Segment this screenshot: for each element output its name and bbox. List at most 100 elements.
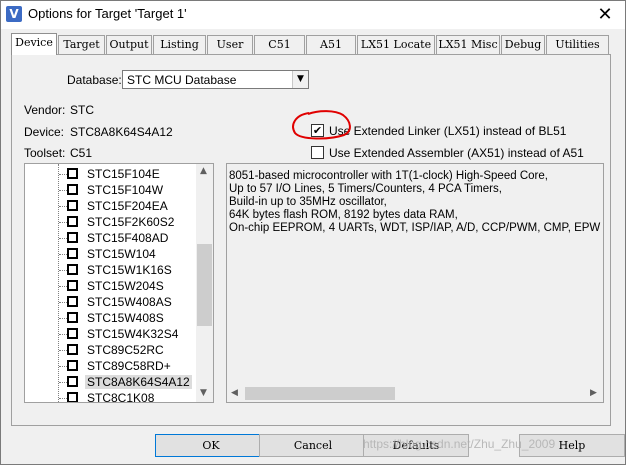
description-line: 8051-based microcontroller with 1T(1-clo… — [229, 170, 548, 182]
help-button[interactable]: Help — [519, 434, 625, 457]
chip-icon — [67, 264, 78, 275]
tab-lx51-misc[interactable]: LX51 Misc — [436, 35, 500, 54]
chip-icon — [67, 280, 78, 291]
description-line: On-chip EEPROM, 4 UARTs, WDT, ISP/IAP, A… — [229, 222, 601, 234]
tree-item-label: STC15F104W — [87, 183, 164, 197]
scroll-left-icon[interactable]: ◀ — [231, 388, 238, 398]
scroll-down-icon[interactable]: ▼ — [200, 388, 207, 398]
device-tree[interactable]: STC15F104E STC15F104W STC15F204EA STC15F… — [24, 163, 214, 403]
tab-utilities[interactable]: Utilities — [546, 35, 609, 54]
tab-lx51-locate[interactable]: LX51 Locate — [357, 35, 435, 54]
chip-icon — [67, 248, 78, 259]
tree-item-label: STC15F408AD — [87, 231, 169, 245]
tree-item-label: STC15F204EA — [87, 199, 168, 213]
tree-connector — [59, 270, 67, 271]
tree-item-label: STC15W408S — [87, 311, 164, 325]
tree-item[interactable]: STC15W204S — [25, 278, 197, 294]
tab-debug[interactable]: Debug — [501, 35, 545, 54]
tree-item[interactable]: STC15W408AS — [25, 294, 197, 310]
description-line: 64K bytes flash ROM, 8192 bytes data RAM… — [229, 209, 458, 221]
tree-item-label: STC15F104E — [87, 167, 160, 181]
tree-item-label: STC15F2K60S2 — [87, 215, 175, 229]
tab-device[interactable]: Device — [11, 33, 57, 55]
tree-item[interactable]: STC15W104 — [25, 246, 197, 262]
annotation-circle — [292, 110, 351, 140]
tree-item[interactable]: STC15F408AD — [25, 230, 197, 246]
tree-connector — [59, 302, 67, 303]
chip-icon — [67, 168, 78, 179]
tree-item-label: STC15W204S — [87, 279, 164, 293]
tree-connector — [59, 398, 67, 399]
chip-icon — [67, 312, 78, 323]
tab-c51[interactable]: C51 — [254, 35, 305, 54]
tree-item[interactable]: STC89C52RC — [25, 342, 197, 358]
database-label: Database: — [67, 73, 122, 87]
tree-item-label: STC15W408AS — [87, 295, 172, 309]
tree-item[interactable]: STC8C1K08 — [25, 390, 197, 402]
tree-connector — [59, 286, 67, 287]
tree-item[interactable]: STC15F204EA — [25, 198, 197, 214]
description-line: Up to 57 I/O Lines, 5 Timers/Counters, 4… — [229, 183, 502, 195]
tree-connector — [59, 350, 67, 351]
tree-item-label: STC89C52RC — [87, 343, 164, 357]
tree-connector — [59, 238, 67, 239]
tab-bar: Device Target Output Listing User C51 A5… — [11, 33, 611, 55]
tree-item-selected[interactable]: STC8A8K64S4A12 — [25, 374, 197, 390]
tree-item[interactable]: STC15W4K32S4 — [25, 326, 197, 342]
scrollbar-thumb[interactable] — [197, 244, 212, 326]
scroll-right-icon[interactable]: ▶ — [590, 388, 597, 398]
tree-item-label: STC15W104 — [87, 247, 156, 261]
tree-connector — [59, 206, 67, 207]
chip-icon — [67, 328, 78, 339]
tree-connector — [59, 174, 67, 175]
tree-item[interactable]: STC15F104W — [25, 182, 197, 198]
chip-icon — [67, 296, 78, 307]
tree-item-label: STC89C58RD+ — [87, 359, 171, 373]
vendor-label: Vendor: — [24, 103, 66, 117]
tree-item[interactable]: STC89C58RD+ — [25, 358, 197, 374]
description-horizontal-scrollbar[interactable]: ◀ ▶ — [227, 385, 603, 402]
vendor-value: STC — [70, 103, 94, 117]
device-label: Device: — [24, 125, 65, 139]
toolset-label: Toolset: — [24, 146, 66, 160]
cancel-button[interactable]: Cancel — [259, 434, 367, 457]
database-select[interactable]: STC MCU Database ▼ — [122, 70, 309, 89]
tree-connector — [59, 366, 67, 367]
tree-item[interactable]: STC15W1K16S — [25, 262, 197, 278]
tree-connector — [59, 190, 67, 191]
tab-target[interactable]: Target — [58, 35, 105, 54]
options-dialog: V Options for Target 'Target 1' ✕ Device… — [0, 0, 626, 465]
chevron-down-icon[interactable]: ▼ — [292, 71, 308, 88]
description-line: Build-in up to 35MHz oscillator, — [229, 196, 387, 208]
ok-button[interactable]: OK — [155, 434, 267, 457]
chip-icon — [67, 344, 78, 355]
title-bar: V Options for Target 'Target 1' ✕ — [1, 1, 625, 29]
tab-user[interactable]: User — [207, 35, 253, 54]
tab-listing[interactable]: Listing — [153, 35, 206, 54]
use-ax51-checkbox[interactable] — [311, 146, 324, 159]
toolset-value: C51 — [70, 146, 93, 160]
scroll-up-icon[interactable]: ▲ — [200, 166, 207, 176]
tree-connector — [59, 382, 67, 383]
uvision-icon: V — [6, 6, 22, 22]
close-button[interactable]: ✕ — [585, 1, 625, 29]
tree-item[interactable]: STC15F104E — [25, 166, 197, 182]
scrollbar-thumb[interactable] — [245, 387, 395, 400]
device-description: 8051-based microcontroller with 1T(1-clo… — [226, 163, 604, 403]
tab-a51[interactable]: A51 — [306, 35, 356, 54]
window-title: Options for Target 'Target 1' — [28, 6, 187, 21]
chip-icon — [67, 184, 78, 195]
tab-output[interactable]: Output — [106, 35, 152, 54]
defaults-button[interactable]: Defaults — [363, 434, 469, 457]
tree-item[interactable]: STC15F2K60S2 — [25, 214, 197, 230]
tree-vertical-scrollbar[interactable]: ▲ ▼ — [196, 164, 213, 402]
tree-item-label: STC15W4K32S4 — [87, 327, 179, 341]
tree-item[interactable]: STC15W408S — [25, 310, 197, 326]
device-value: STC8A8K64S4A12 — [70, 125, 173, 139]
tree-connector — [59, 318, 67, 319]
tree-item-label: STC15W1K16S — [87, 263, 172, 277]
use-ax51-label: Use Extended Assembler (AX51) instead of… — [329, 146, 584, 160]
tree-connector — [59, 254, 67, 255]
database-value: STC MCU Database — [127, 73, 237, 87]
chip-icon — [67, 216, 78, 227]
